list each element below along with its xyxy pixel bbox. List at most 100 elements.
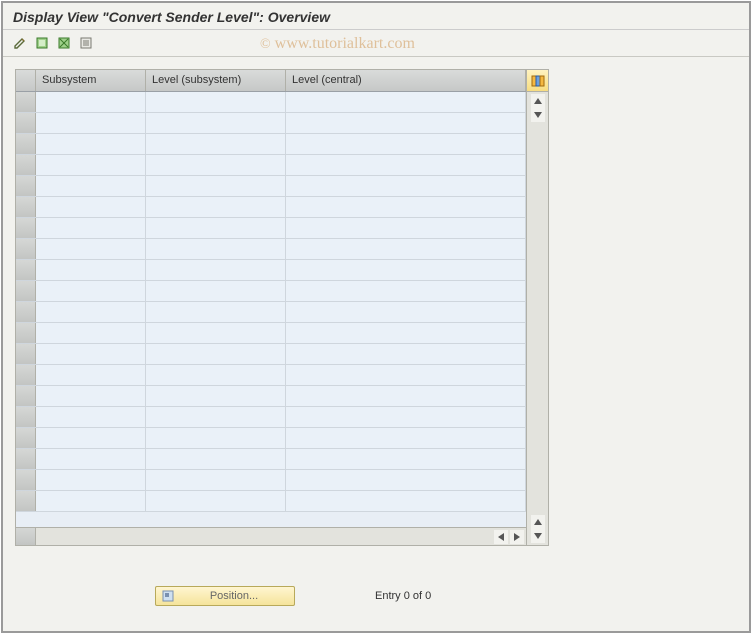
row-selector[interactable] [16, 281, 36, 301]
cell[interactable] [286, 344, 526, 364]
cell[interactable] [286, 470, 526, 490]
cell[interactable] [146, 260, 286, 280]
row-selector[interactable] [16, 323, 36, 343]
cell[interactable] [286, 302, 526, 322]
cell[interactable] [286, 449, 526, 469]
cell[interactable] [286, 113, 526, 133]
cell[interactable] [36, 281, 146, 301]
cell[interactable] [146, 449, 286, 469]
scroll-left-button[interactable] [494, 530, 508, 544]
row-selector[interactable] [16, 302, 36, 322]
print-button[interactable] [77, 34, 95, 52]
cell[interactable] [146, 323, 286, 343]
cell[interactable] [36, 134, 146, 154]
row-selector[interactable] [16, 428, 36, 448]
select-all-button[interactable] [33, 34, 51, 52]
cell[interactable] [146, 281, 286, 301]
cell[interactable] [36, 344, 146, 364]
column-header-level-subsystem[interactable]: Level (subsystem) [146, 70, 286, 91]
row-selector[interactable] [16, 491, 36, 511]
cell[interactable] [36, 218, 146, 238]
position-button[interactable]: Position... [155, 586, 295, 606]
row-selector[interactable] [16, 365, 36, 385]
cell[interactable] [36, 365, 146, 385]
row-selector[interactable] [16, 239, 36, 259]
scroll-up-button[interactable] [531, 94, 545, 108]
horizontal-scrollbar[interactable] [36, 528, 526, 545]
cell[interactable] [286, 491, 526, 511]
cell[interactable] [36, 407, 146, 427]
cell[interactable] [146, 344, 286, 364]
cell[interactable] [146, 407, 286, 427]
cell[interactable] [36, 176, 146, 196]
table-row [16, 386, 526, 407]
cell[interactable] [36, 491, 146, 511]
row-selector[interactable] [16, 260, 36, 280]
deselect-all-button[interactable] [55, 34, 73, 52]
cell[interactable] [286, 281, 526, 301]
cell[interactable] [146, 302, 286, 322]
cell[interactable] [286, 134, 526, 154]
page-up-button[interactable] [531, 515, 545, 529]
cell[interactable] [286, 239, 526, 259]
cell[interactable] [286, 428, 526, 448]
cell[interactable] [36, 92, 146, 112]
cell[interactable] [146, 218, 286, 238]
row-selector[interactable] [16, 218, 36, 238]
row-selector[interactable] [16, 470, 36, 490]
cell[interactable] [36, 239, 146, 259]
cell[interactable] [36, 428, 146, 448]
row-selector[interactable] [16, 344, 36, 364]
cell[interactable] [146, 134, 286, 154]
cell[interactable] [36, 449, 146, 469]
row-selector[interactable] [16, 155, 36, 175]
vertical-scrollbar[interactable] [527, 92, 548, 545]
cell[interactable] [286, 92, 526, 112]
cell[interactable] [36, 302, 146, 322]
cell[interactable] [36, 113, 146, 133]
row-selector[interactable] [16, 176, 36, 196]
cell[interactable] [146, 155, 286, 175]
column-header-subsystem[interactable]: Subsystem [36, 70, 146, 91]
cell[interactable] [146, 386, 286, 406]
column-header-level-central[interactable]: Level (central) [286, 70, 526, 91]
cell[interactable] [146, 113, 286, 133]
cell[interactable] [36, 323, 146, 343]
cell[interactable] [286, 155, 526, 175]
table-row [16, 470, 526, 491]
cell[interactable] [286, 197, 526, 217]
scroll-down-button[interactable] [531, 108, 545, 122]
row-selector[interactable] [16, 386, 36, 406]
cell[interactable] [36, 386, 146, 406]
cell[interactable] [286, 386, 526, 406]
cell[interactable] [146, 365, 286, 385]
cell[interactable] [146, 92, 286, 112]
row-selector[interactable] [16, 92, 36, 112]
configure-columns-button[interactable] [527, 70, 548, 92]
cell[interactable] [36, 470, 146, 490]
row-selector[interactable] [16, 407, 36, 427]
cell[interactable] [36, 155, 146, 175]
cell[interactable] [146, 428, 286, 448]
cell[interactable] [286, 323, 526, 343]
cell[interactable] [146, 239, 286, 259]
cell[interactable] [36, 197, 146, 217]
cell[interactable] [286, 365, 526, 385]
cell[interactable] [146, 176, 286, 196]
cell[interactable] [286, 407, 526, 427]
cell[interactable] [286, 218, 526, 238]
row-selector[interactable] [16, 197, 36, 217]
cell[interactable] [286, 176, 526, 196]
cell[interactable] [146, 491, 286, 511]
scroll-right-button[interactable] [510, 530, 524, 544]
row-selector[interactable] [16, 113, 36, 133]
select-all-rows-corner[interactable] [16, 70, 36, 91]
row-selector[interactable] [16, 134, 36, 154]
cell[interactable] [286, 260, 526, 280]
page-down-button[interactable] [531, 529, 545, 543]
cell[interactable] [146, 470, 286, 490]
cell[interactable] [146, 197, 286, 217]
cell[interactable] [36, 260, 146, 280]
row-selector[interactable] [16, 449, 36, 469]
change-mode-button[interactable] [11, 34, 29, 52]
